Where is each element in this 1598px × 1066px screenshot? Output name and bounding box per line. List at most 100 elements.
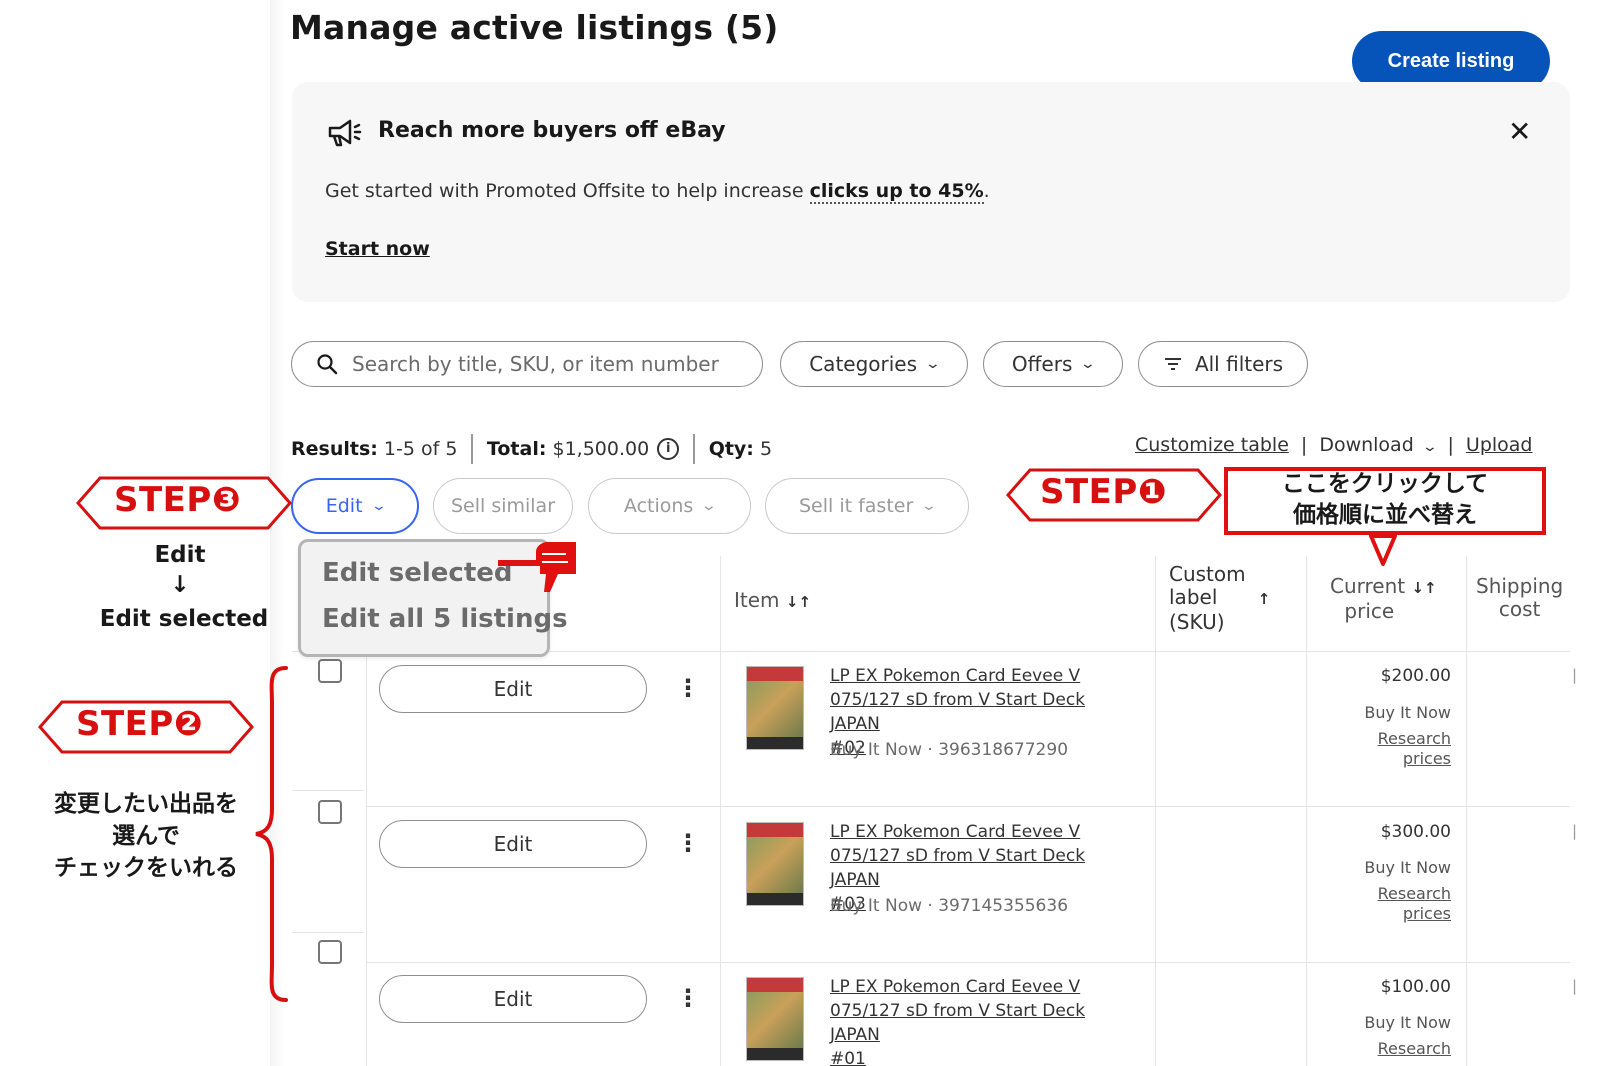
item-title-line: LP EX Pokemon Card Eevee V <box>830 666 1081 686</box>
item-header-label: Item <box>734 588 780 612</box>
total-value: $1,500.00 <box>552 438 650 460</box>
item-title-line: 075/127 sD from V Start Deck JAPAN <box>830 846 1086 890</box>
shipping-cell-marker: | <box>1572 977 1578 995</box>
chevron-down-icon: ⌄ <box>920 498 938 514</box>
offers-filter[interactable]: Offers ⌄ <box>983 341 1123 387</box>
row-edit-button[interactable]: Edit <box>379 820 647 868</box>
search-input[interactable]: Search by title, SKU, or item number <box>291 341 763 387</box>
step3-note-line: Edit selected <box>99 606 269 632</box>
info-icon[interactable]: i <box>657 438 680 460</box>
results-label: Results: <box>291 438 378 460</box>
brace-icon <box>255 666 288 1002</box>
results-value: 1-5 of 5 <box>383 438 458 460</box>
down-triangle-icon <box>1369 534 1397 566</box>
item-title-line: LP EX Pokemon Card Eevee V <box>830 822 1081 842</box>
step3-label: STEP❸ <box>114 480 242 520</box>
table-tools: Customize table | Download ⌄ | Upload <box>1135 434 1532 456</box>
chevron-down-icon: ⌄ <box>1421 439 1438 455</box>
edit-button[interactable]: Edit ⌄ <box>291 478 419 534</box>
column-divider <box>720 556 721 1066</box>
column-divider <box>366 652 367 1066</box>
start-now-link[interactable]: Start now <box>325 238 430 260</box>
results-summary: Results: 1-5 of 5 Total: $1,500.00 i Qty… <box>291 434 772 464</box>
row-divider <box>292 932 364 933</box>
sell-faster-button[interactable]: Sell it faster ⌄ <box>765 478 969 534</box>
filter-icon <box>1164 358 1181 370</box>
column-header-price[interactable]: Current ↓↑ price <box>1330 575 1437 623</box>
promo-title: Reach more buyers off eBay <box>378 118 726 143</box>
row-checkbox[interactable] <box>318 659 342 683</box>
sell-similar-button[interactable]: Sell similar <box>433 478 573 534</box>
row-divider <box>366 962 1570 963</box>
upload-link[interactable]: Upload <box>1466 434 1533 456</box>
search-placeholder: Search by title, SKU, or item number <box>352 352 719 376</box>
row-checkbox[interactable] <box>318 940 342 964</box>
column-divider <box>1155 556 1156 1066</box>
step3-note-line: Edit <box>154 542 206 568</box>
item-price: $300.00 <box>1380 822 1451 842</box>
divider <box>471 434 473 464</box>
item-thumbnail[interactable] <box>746 822 804 906</box>
price-header-label: Current <box>1330 574 1406 598</box>
item-title-line: 075/127 sD from V Start Deck JAPAN <box>830 1001 1086 1045</box>
edit-selected-option[interactable]: Edit selected <box>322 558 513 588</box>
item-title-line: 075/127 sD from V Start Deck JAPAN <box>830 690 1086 734</box>
sku-header-label: label <box>1169 585 1218 609</box>
item-thumbnail[interactable] <box>746 977 804 1061</box>
qty-value: 5 <box>759 438 773 460</box>
item-format-id: Buy It Now · 397145355636 <box>830 896 1069 916</box>
item-price: $200.00 <box>1380 666 1451 686</box>
research-prices-link[interactable]: Research prices <box>1331 884 1451 924</box>
item-title-link[interactable]: LP EX Pokemon Card Eevee V 075/127 sD fr… <box>830 975 1140 1066</box>
qty-label: Qty: <box>708 438 754 460</box>
more-options-icon[interactable]: ⋮ <box>676 674 700 702</box>
customize-table-link[interactable]: Customize table <box>1135 434 1289 456</box>
row-edit-button[interactable]: Edit <box>379 665 647 713</box>
item-format: Buy It Now <box>1364 1013 1451 1032</box>
sku-header-line: Custom <box>1169 562 1246 586</box>
megaphone-icon <box>328 119 362 147</box>
research-prices-link[interactable]: Research <box>1331 1039 1451 1059</box>
all-filters-button[interactable]: All filters <box>1138 341 1308 387</box>
down-arrow-icon: ↓ <box>170 572 190 598</box>
column-header-shipping[interactable]: Shipping cost <box>1476 575 1563 621</box>
item-format: Buy It Now <box>1364 703 1451 722</box>
row-checkbox[interactable] <box>318 800 342 824</box>
pointing-hand-icon <box>498 542 576 592</box>
row-divider <box>292 790 364 791</box>
row-edit-button[interactable]: Edit <box>379 975 647 1023</box>
column-header-sku[interactable]: Custom label ↑ (SKU) <box>1169 563 1270 634</box>
sell-faster-label: Sell it faster <box>798 495 914 517</box>
research-line: Research <box>1377 729 1451 748</box>
research-prices-link[interactable]: Research prices <box>1331 729 1451 769</box>
categories-label: Categories <box>809 352 918 376</box>
categories-filter[interactable]: Categories ⌄ <box>780 341 968 387</box>
page-title: Manage active listings (5) <box>290 8 779 47</box>
price-header-line: Current ↓↑ <box>1330 575 1437 600</box>
close-icon[interactable]: ✕ <box>1508 118 1531 146</box>
promo-highlight: clicks up to 45% <box>809 180 984 204</box>
actions-label: Actions <box>623 495 694 517</box>
more-options-icon[interactable]: ⋮ <box>676 984 700 1012</box>
column-divider <box>1466 556 1467 1066</box>
download-label: Download <box>1319 434 1414 456</box>
research-line: prices <box>1402 749 1451 768</box>
item-price: $100.00 <box>1380 977 1451 997</box>
item-thumbnail[interactable] <box>746 666 804 750</box>
divider: | <box>1300 434 1308 456</box>
item-format-id: Buy It Now · 396318677290 <box>830 740 1069 760</box>
promo-text-prefix: Get started with Promoted Offsite to hel… <box>325 180 810 202</box>
step2-note-line: 変更したい出品を <box>54 791 238 817</box>
column-header-item[interactable]: Item ↓↑ <box>734 588 811 612</box>
all-filters-label: All filters <box>1194 352 1284 376</box>
actions-button[interactable]: Actions ⌄ <box>588 478 751 534</box>
step1-note-line: 価格順に並べ替え <box>1293 502 1477 528</box>
shipping-cell-marker: | <box>1572 666 1578 684</box>
shipping-header-line: cost <box>1498 597 1541 621</box>
more-options-icon[interactable]: ⋮ <box>676 829 700 857</box>
search-icon <box>317 354 338 375</box>
chevron-down-icon: ⌄ <box>1080 356 1097 372</box>
download-menu[interactable]: Download ⌄ <box>1319 434 1438 456</box>
column-divider <box>1306 556 1307 1066</box>
edit-all-option[interactable]: Edit all 5 listings <box>322 604 568 634</box>
